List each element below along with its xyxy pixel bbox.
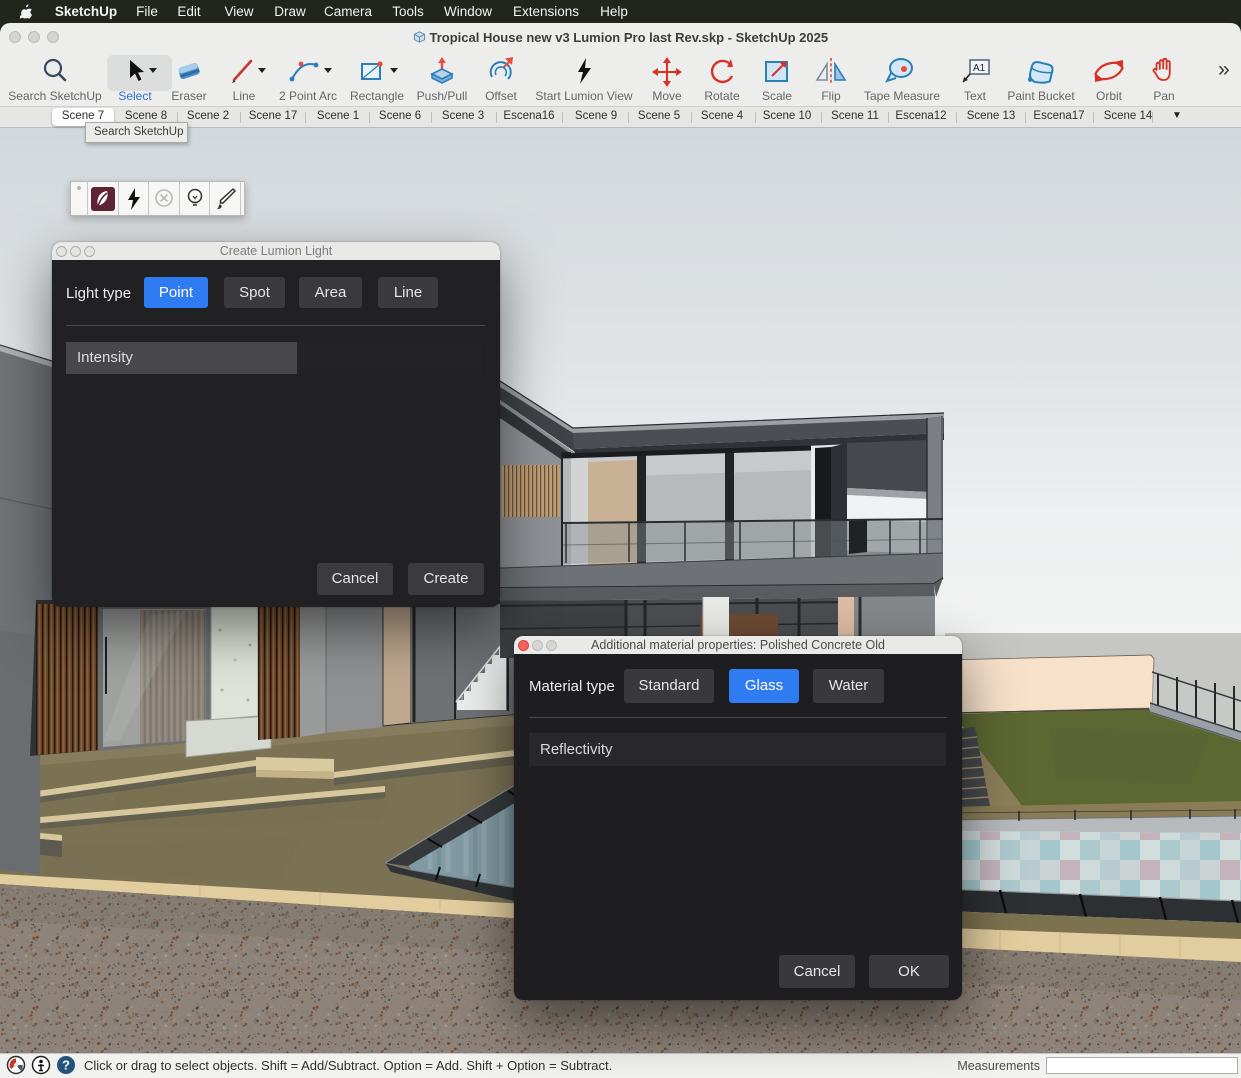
svg-text:?: ?: [62, 1058, 70, 1073]
